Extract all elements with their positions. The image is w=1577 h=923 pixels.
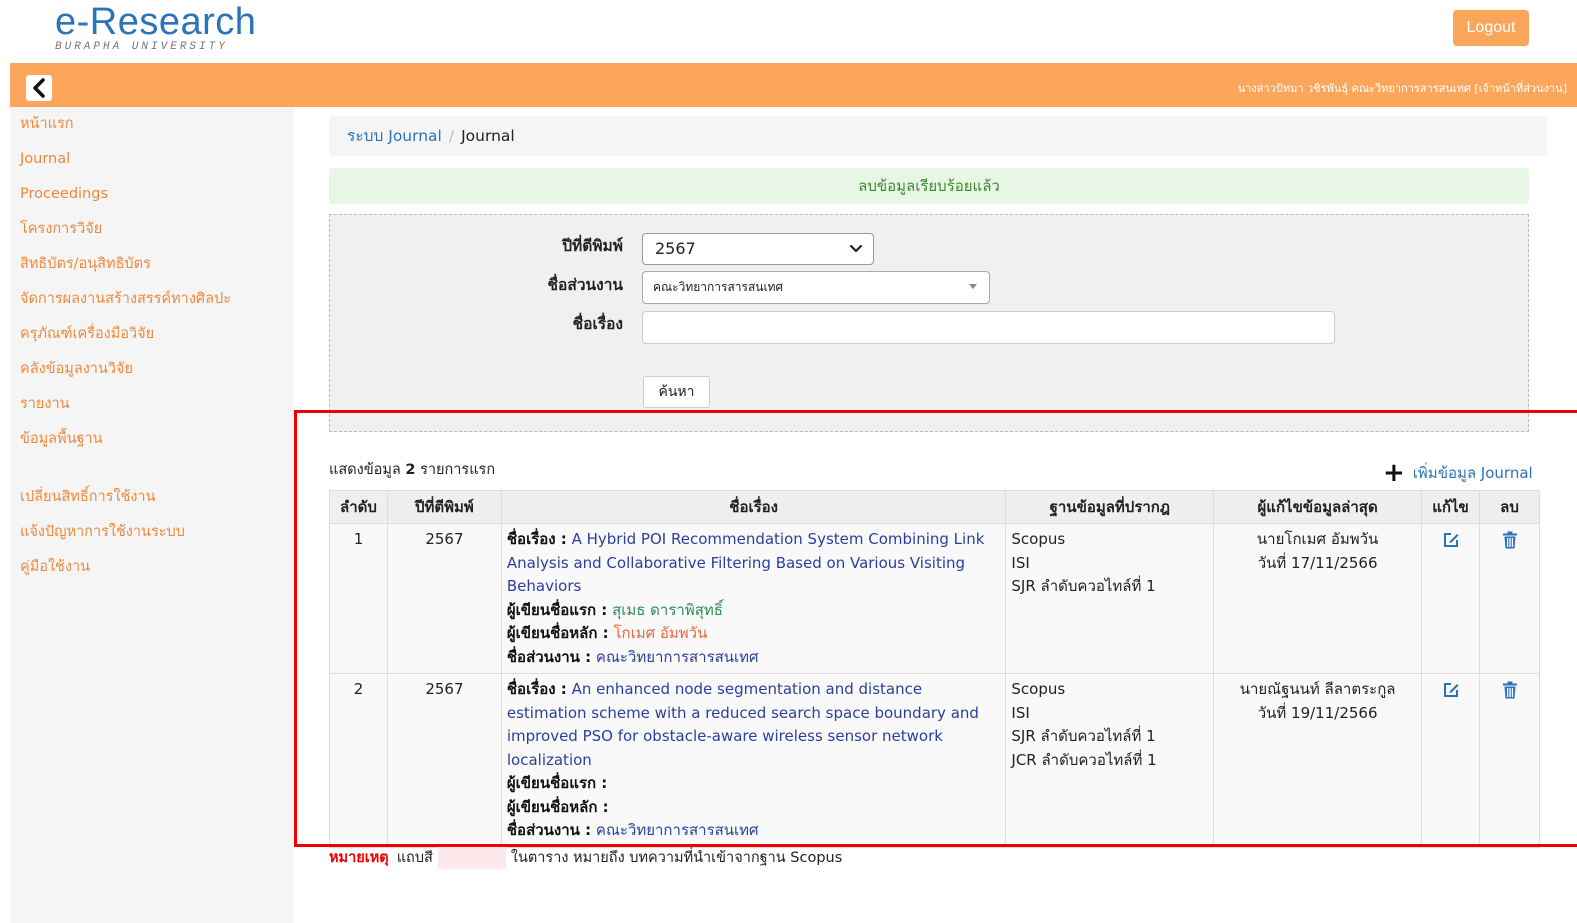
chevron-down-icon (849, 244, 863, 253)
sidebar-item-report-problem[interactable]: แจ้งปัญหาการใช้งานระบบ (10, 515, 294, 550)
title-input[interactable] (642, 311, 1335, 344)
dept-label: ชื่อส่วนงาน (547, 276, 623, 294)
scopus-color-swatch (437, 846, 506, 869)
logout-button[interactable]: Logout (1453, 10, 1529, 46)
nav-bar: นางสาวปัทมา วชิรพันธุ์ คณะวิทยาการสารสนเ… (10, 63, 1577, 107)
sidebar-item-user-manual[interactable]: คู่มือใช้งาน (10, 550, 294, 585)
logo-subtitle: BURAPHA UNIVERSITY (55, 41, 228, 53)
sidebar-item-home[interactable]: หน้าแรก (10, 107, 294, 142)
user-info: นางสาวปัทมา วชิรพันธุ์ คณะวิทยาการสารสนเ… (1237, 82, 1567, 95)
sidebar-item-proceedings[interactable]: Proceedings (10, 177, 294, 212)
note-label: หมายเหตุ (329, 850, 389, 866)
search-button[interactable]: ค้นหา (643, 376, 710, 408)
dept-select[interactable]: คณะวิทยาการสารสนเทศ (642, 271, 990, 304)
dept-select-value: คณะวิทยาการสารสนเทศ (653, 280, 784, 294)
breadcrumb-separator: / (448, 127, 455, 145)
sidebar-item-creative-works[interactable]: จัดการผลงานสร้างสรรค์ทางศิลปะ (10, 282, 294, 317)
sidebar-item-reports[interactable]: รายงาน (10, 387, 294, 422)
title-label: ชื่อเรื่อง (572, 315, 623, 333)
year-select[interactable]: 2567 (642, 233, 874, 265)
success-alert: ลบข้อมูลเรียบร้อยแล้ว (329, 168, 1529, 204)
note-text-before: แถบสี (396, 850, 433, 866)
chevron-left-icon (33, 78, 45, 98)
breadcrumb: ระบบ Journal / Journal (329, 116, 1547, 156)
sidebar-item-research-projects[interactable]: โครงการวิจัย (10, 212, 294, 247)
search-form: ปีที่ตีพิมพ์ 2567 ชื่อส่วนงาน คณะวิทยากา… (329, 214, 1529, 432)
legend-note: หมายเหตุ แถบสี ในตาราง หมายถึง บทความที่… (329, 846, 842, 869)
sidebar-item-base-data[interactable]: ข้อมูลพื้นฐาน (10, 422, 294, 457)
breadcrumb-parent-link[interactable]: ระบบ Journal (347, 127, 442, 145)
top-header: e-Research BURAPHA UNIVERSITY Logout (0, 0, 1577, 62)
e-research-logo[interactable]: e-Research BURAPHA UNIVERSITY (55, 2, 256, 53)
sidebar-item-change-role[interactable]: เปลี่ยนสิทธิ์การใช้งาน (10, 480, 294, 515)
sidebar-item-research-equipment[interactable]: ครุภัณฑ์เครื่องมือวิจัย (10, 317, 294, 352)
sidebar-item-research-repository[interactable]: คลังข้อมูลงานวิจัย (10, 352, 294, 387)
year-select-value: 2567 (655, 239, 696, 258)
note-text-after: ในตาราง หมายถึง บทความที่นำเข้าจากฐาน Sc… (510, 850, 843, 866)
caret-down-icon (969, 284, 977, 289)
breadcrumb-current: Journal (461, 127, 515, 145)
sidebar-item-patents[interactable]: สิทธิบัตร/อนุสิทธิบัตร (10, 247, 294, 282)
sidebar: หน้าแรก Journal Proceedings โครงการวิจัย… (10, 107, 294, 923)
logo-title: e-Research (55, 1, 257, 43)
sidebar-toggle-button[interactable] (26, 75, 52, 101)
highlight-annotation-box (294, 410, 1577, 847)
sidebar-item-journal[interactable]: Journal (10, 142, 294, 177)
year-label: ปีที่ตีพิมพ์ (562, 237, 623, 255)
